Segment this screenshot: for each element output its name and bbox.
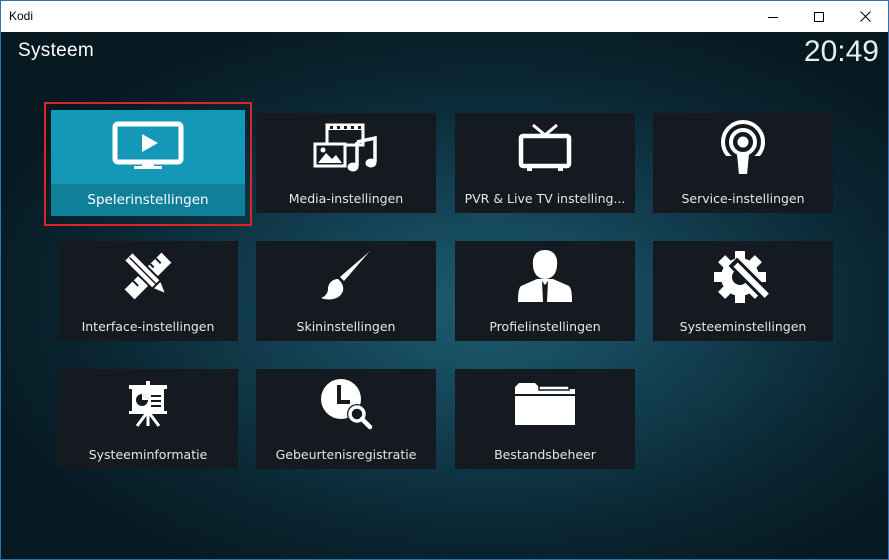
media-icon: [256, 113, 436, 183]
maximize-button[interactable]: [796, 1, 842, 32]
maximize-icon: [814, 11, 824, 22]
kodi-window: Kodi Systeem 20:49 Spelerinstellingen Me…: [0, 0, 889, 560]
tv-antenna-icon: [455, 113, 635, 183]
user-profile-icon: [455, 241, 635, 311]
kodi-system-screen: Systeem 20:49 Spelerinstellingen Media-i…: [1, 32, 888, 559]
tile-system-info[interactable]: Systeeminformatie: [58, 369, 238, 469]
title-bar[interactable]: Kodi: [1, 1, 888, 32]
tile-label: PVR & Live TV instelling...: [464, 190, 626, 206]
pencil-ruler-icon: [58, 241, 238, 311]
tile-event-log[interactable]: Gebeurtenisregistratie: [256, 369, 436, 469]
tile-label: Media-instellingen: [288, 190, 404, 206]
tile-label: Profielinstellingen: [489, 318, 601, 334]
tile-label: Service-instellingen: [681, 190, 805, 206]
page-title: Systeem: [18, 40, 95, 61]
tile-system-settings[interactable]: Systeeminstellingen: [653, 241, 833, 341]
podcast-icon: [653, 113, 833, 183]
tile-label: Spelerinstellingen: [51, 184, 245, 216]
close-button[interactable]: [842, 1, 888, 32]
tile-player-settings[interactable]: Spelerinstellingen: [51, 110, 245, 216]
folder-icon: [455, 369, 635, 439]
clock-search-icon: [256, 369, 436, 439]
tile-label: Gebeurtenisregistratie: [275, 446, 417, 462]
tile-label: Systeeminstellingen: [679, 318, 807, 334]
close-icon: [859, 11, 871, 22]
tile-profile-settings[interactable]: Profielinstellingen: [455, 241, 635, 341]
minimize-button[interactable]: [750, 1, 796, 32]
clock: 20:49: [803, 35, 879, 68]
window-title: Kodi: [9, 9, 34, 23]
tile-file-manager[interactable]: Bestandsbeheer: [455, 369, 635, 469]
tile-media-settings[interactable]: Media-instellingen: [256, 113, 436, 213]
tv-play-icon: [51, 110, 245, 184]
tile-label: Skininstellingen: [296, 318, 396, 334]
tile-label: Systeeminformatie: [88, 446, 208, 462]
paintbrush-icon: [256, 241, 436, 311]
tile-label: Interface-instellingen: [81, 318, 215, 334]
tile-skin-settings[interactable]: Skininstellingen: [256, 241, 436, 341]
minimize-icon: [768, 16, 778, 18]
presentation-icon: [58, 369, 238, 439]
tile-pvr-settings[interactable]: PVR & Live TV instelling...: [455, 113, 635, 213]
tile-interface-settings[interactable]: Interface-instellingen: [58, 241, 238, 341]
tile-service-settings[interactable]: Service-instellingen: [653, 113, 833, 213]
tile-label: Bestandsbeheer: [494, 446, 596, 462]
gear-tools-icon: [653, 241, 833, 311]
